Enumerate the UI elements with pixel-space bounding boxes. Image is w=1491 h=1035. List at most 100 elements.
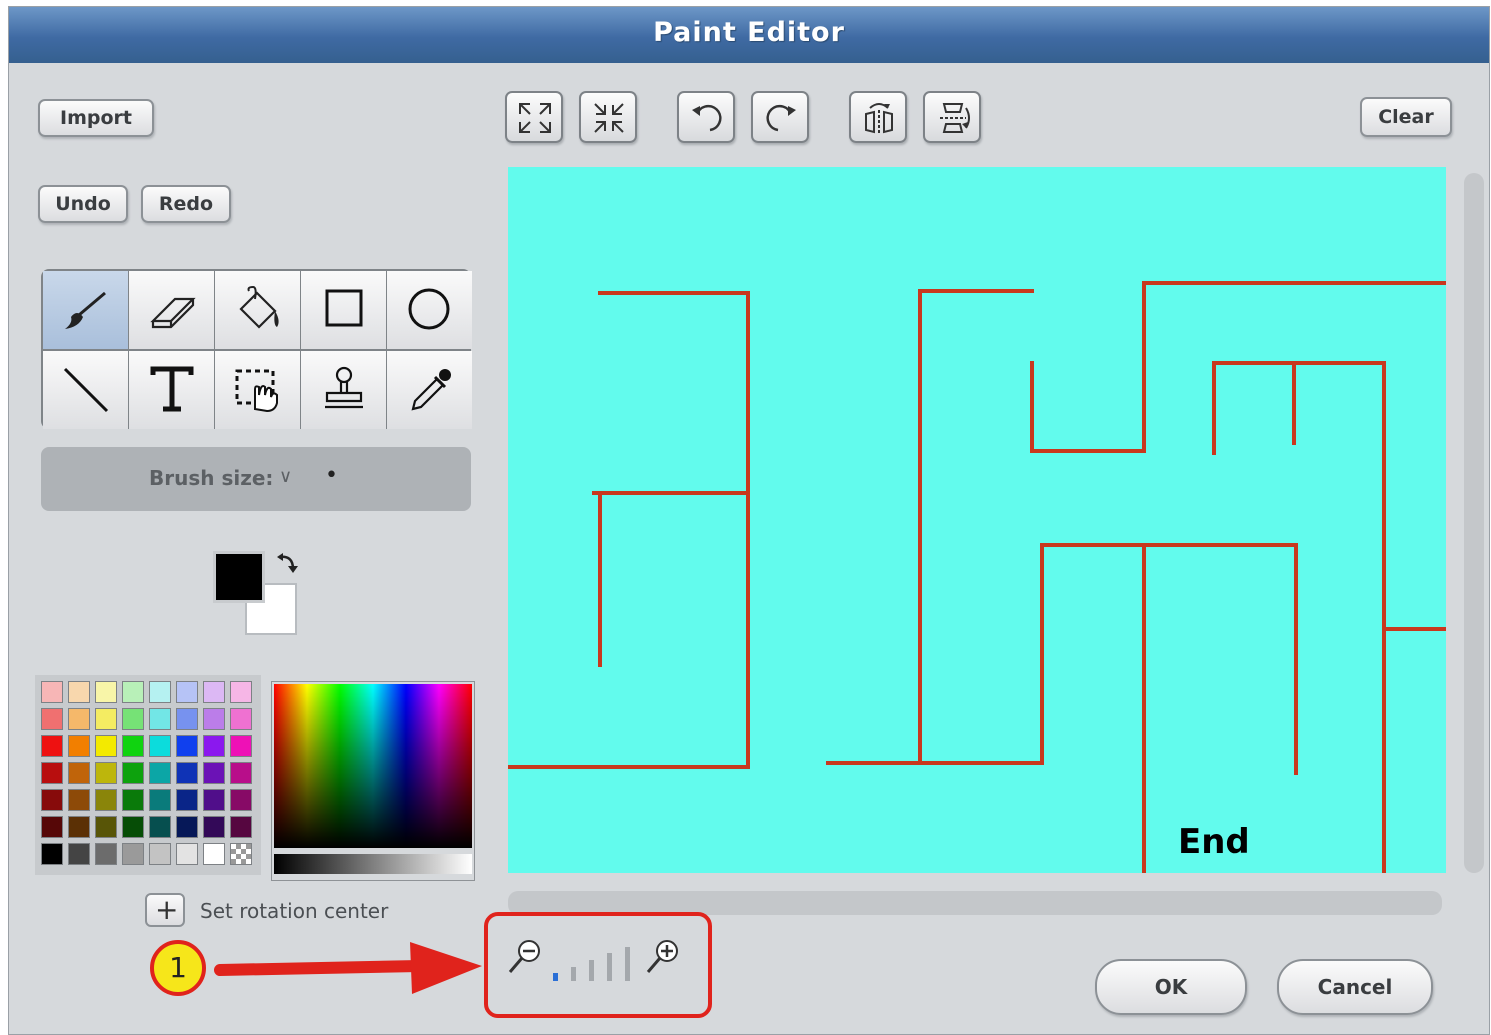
shrink-button[interactable] [579,91,637,143]
title-bar: Paint Editor [9,7,1489,63]
palette-swatch[interactable] [230,735,252,757]
color-swatches[interactable] [209,547,309,642]
grow-icon [519,103,551,133]
ok-button[interactable]: OK [1095,959,1247,1015]
flip-horizontal-button[interactable] [849,91,907,143]
palette-swatch[interactable] [68,816,90,838]
tool-eyedropper[interactable] [387,351,472,429]
palette-swatch[interactable] [149,762,171,784]
palette-swatch[interactable] [41,708,63,730]
palette-swatch[interactable] [230,681,252,703]
palette-swatch[interactable] [41,735,63,757]
palette-swatch[interactable] [41,843,63,865]
palette-swatch[interactable] [68,762,90,784]
palette-swatch[interactable] [95,762,117,784]
undo-button[interactable]: Undo [38,185,128,223]
palette-swatch[interactable] [68,681,90,703]
palette-swatch[interactable] [203,708,225,730]
palette-swatch[interactable] [203,681,225,703]
palette-swatch[interactable] [95,789,117,811]
palette-swatch[interactable] [149,816,171,838]
palette-swatch[interactable] [176,762,198,784]
cancel-button[interactable]: Cancel [1277,959,1433,1015]
palette-swatch[interactable] [95,681,117,703]
clear-button[interactable]: Clear [1360,97,1452,137]
palette-swatch[interactable] [122,816,144,838]
palette-swatch[interactable] [41,789,63,811]
palette-swatch[interactable] [230,843,252,865]
annotation-arrow [214,942,482,994]
palette-swatch[interactable] [176,843,198,865]
swap-colors-icon[interactable] [275,551,301,577]
import-button[interactable]: Import [38,99,154,137]
palette-swatch[interactable] [68,843,90,865]
select-icon [235,369,278,413]
palette-swatch[interactable] [176,681,198,703]
drawing-canvas[interactable]: End [506,167,1448,875]
palette-swatch[interactable] [122,762,144,784]
rotate-left-button[interactable] [677,91,735,143]
window-title: Paint Editor [653,17,845,48]
rectangle-icon [325,289,363,327]
tool-eraser[interactable] [129,271,214,349]
palette-swatch[interactable] [149,708,171,730]
palette-swatch[interactable] [176,708,198,730]
palette-swatch[interactable] [68,735,90,757]
palette-swatch[interactable] [203,789,225,811]
palette-swatch[interactable] [203,843,225,865]
palette-swatch[interactable] [203,735,225,757]
tool-line[interactable] [43,351,128,429]
chevron-down-icon[interactable]: ∨ [279,466,292,487]
palette-swatch[interactable] [122,708,144,730]
rotate-right-icon [766,104,796,132]
tool-paintbrush[interactable] [43,271,128,349]
vertical-scrollbar[interactable] [1464,173,1484,873]
palette-swatch[interactable] [41,816,63,838]
palette-swatch[interactable] [41,762,63,784]
palette-swatch[interactable] [203,816,225,838]
brush-size-control[interactable]: Brush size: ∨ • [41,447,471,511]
palette-swatch[interactable] [149,681,171,703]
rotate-right-button[interactable] [751,91,809,143]
palette-swatch[interactable] [68,789,90,811]
palette-swatch[interactable] [230,762,252,784]
palette-swatch[interactable] [41,681,63,703]
set-rotation-center-button[interactable]: + [145,893,185,927]
palette-swatch[interactable] [203,762,225,784]
palette-swatch[interactable] [95,708,117,730]
palette-swatch[interactable] [95,816,117,838]
tool-rectangle[interactable] [301,271,386,349]
grow-button[interactable] [505,91,563,143]
palette-swatch[interactable] [230,789,252,811]
palette-swatch[interactable] [230,708,252,730]
flip-horizontal-icon [865,103,893,134]
palette-swatch[interactable] [230,816,252,838]
palette-swatch[interactable] [95,735,117,757]
palette-swatch[interactable] [68,708,90,730]
color-picker[interactable] [271,681,475,881]
palette-swatch[interactable] [149,735,171,757]
paint-editor-window: Paint Editor Import Undo Redo Clear Brus… [8,6,1490,1035]
palette-swatch[interactable] [122,681,144,703]
palette-swatch[interactable] [176,735,198,757]
tool-fill-bucket[interactable] [215,271,300,349]
palette-swatch[interactable] [95,843,117,865]
tool-stamp[interactable] [301,351,386,429]
foreground-color-swatch[interactable] [213,551,265,603]
palette-swatch[interactable] [149,843,171,865]
flip-vertical-button[interactable] [923,91,981,143]
tool-select[interactable] [215,351,300,429]
redo-button[interactable]: Redo [141,185,231,223]
palette-swatch[interactable] [122,789,144,811]
palette-swatch[interactable] [149,789,171,811]
palette-swatch[interactable] [122,843,144,865]
tool-ellipse[interactable] [387,271,472,349]
tool-text[interactable] [129,351,214,429]
palette-swatch[interactable] [176,816,198,838]
hue-saturation-field[interactable] [274,684,472,848]
zoom-highlight-box [484,912,712,1018]
fill-bucket-icon [239,285,279,329]
brightness-strip[interactable] [274,854,472,874]
palette-swatch[interactable] [122,735,144,757]
palette-swatch[interactable] [176,789,198,811]
